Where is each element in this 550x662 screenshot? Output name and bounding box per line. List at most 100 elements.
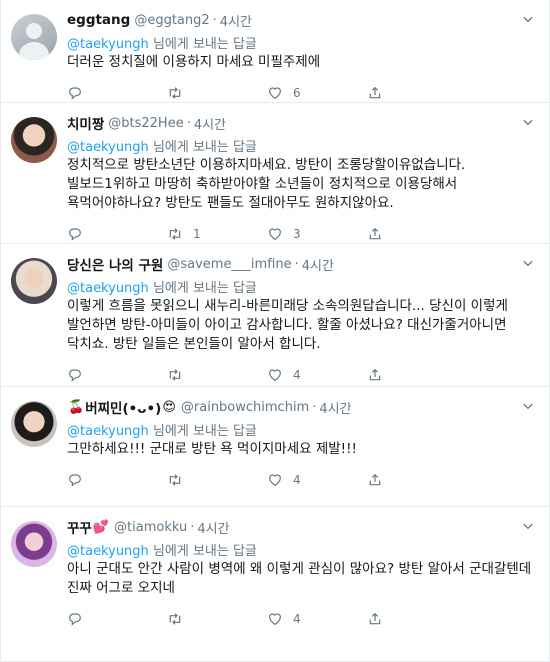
more-options-button[interactable] bbox=[521, 12, 535, 26]
timestamp[interactable]: 4시간 bbox=[220, 11, 252, 30]
like-button[interactable]: 4 bbox=[267, 367, 367, 383]
replying-to-label: 님에게 보내는 답글 bbox=[152, 281, 257, 296]
display-name[interactable]: 꾸꾸 bbox=[67, 517, 92, 537]
cherry-emoji: 🍒 bbox=[68, 399, 85, 415]
heart-icon bbox=[269, 474, 281, 487]
reply-button[interactable] bbox=[67, 367, 167, 383]
like-count: 4 bbox=[293, 473, 301, 487]
like-count: 3 bbox=[293, 227, 301, 241]
replying-to: @taekyungh 님에게 보내는 답글 bbox=[67, 277, 537, 296]
mention-link[interactable]: @taekyungh bbox=[67, 37, 149, 52]
tweet-text: 그만하세요!!! 군대로 방탄 욕 먹이지마세요 제발!!! bbox=[67, 441, 357, 457]
tweet-header: 당신은 나의 구원 @saveme___imfine · 4시간 bbox=[67, 254, 537, 275]
retweet-icon bbox=[169, 369, 181, 381]
tweet-header: 꾸꾸 💕 @tiamokku · 4시간 bbox=[67, 517, 537, 538]
retweet-count: 1 bbox=[193, 227, 201, 241]
reply-button[interactable] bbox=[67, 226, 167, 242]
share-button[interactable] bbox=[367, 226, 467, 242]
reply-icon bbox=[69, 228, 81, 241]
tweet[interactable]: 당신은 나의 구원 @saveme___imfine · 4시간 @taekyu… bbox=[1, 244, 549, 387]
share-icon bbox=[369, 368, 381, 381]
user-handle[interactable]: @rainbowchimchim bbox=[181, 400, 309, 415]
share-button[interactable] bbox=[367, 367, 467, 383]
tweet-actions: 4 bbox=[67, 461, 537, 499]
like-button[interactable]: 3 bbox=[267, 226, 367, 242]
user-handle[interactable]: @bts22Hee bbox=[108, 116, 183, 131]
timestamp[interactable]: 4시간 bbox=[319, 398, 351, 417]
retweet-icon bbox=[169, 613, 181, 625]
like-button[interactable]: 6 bbox=[267, 85, 367, 101]
tweet-text: 아니 군대도 안간 사람이 병역에 왜 이렇게 관심이 많아요? 방탄 알아서 … bbox=[67, 561, 532, 596]
avatar[interactable] bbox=[11, 258, 57, 304]
tweet-header: 🍒 버찌민(•ᴗ•) 😍 @rainbowchimchim · 4시간 bbox=[67, 397, 537, 418]
share-button[interactable] bbox=[367, 85, 467, 101]
display-name[interactable]: eggtang bbox=[67, 12, 130, 28]
tweet-header: eggtang @eggtang2 · 4시간 bbox=[67, 10, 537, 30]
reply-button[interactable] bbox=[67, 472, 167, 488]
chevron-down-icon bbox=[523, 403, 533, 410]
heart-icon bbox=[269, 369, 281, 382]
heart-icon bbox=[269, 613, 281, 626]
replying-to: @taekyungh 님에게 보내는 답글 bbox=[67, 136, 537, 155]
reply-icon bbox=[69, 613, 81, 626]
tweet[interactable]: 꾸꾸 💕 @tiamokku · 4시간 @taekyungh 님에게 보내는 … bbox=[1, 507, 549, 647]
user-handle[interactable]: @saveme___imfine bbox=[167, 257, 291, 272]
reply-button[interactable] bbox=[67, 85, 167, 101]
like-button[interactable]: 4 bbox=[267, 472, 367, 488]
more-options-button[interactable] bbox=[521, 519, 535, 533]
retweet-button[interactable] bbox=[167, 85, 267, 101]
tweet-text: 정치적으로 방탄소년단 이용하지마세요. 방탄이 조롱당할이유없습니다. 빌보드… bbox=[67, 157, 466, 211]
replying-to-label: 님에게 보내는 답글 bbox=[152, 140, 257, 155]
share-button[interactable] bbox=[367, 611, 467, 627]
display-name[interactable]: 치미짱 bbox=[67, 113, 104, 133]
tweet-content: 꾸꾸 💕 @tiamokku · 4시간 @taekyungh 님에게 보내는 … bbox=[67, 517, 537, 647]
more-options-button[interactable] bbox=[521, 115, 535, 129]
timestamp[interactable]: 4시간 bbox=[194, 114, 226, 133]
replying-to-label: 님에게 보내는 답글 bbox=[152, 544, 257, 559]
hearts-emoji: 💕 bbox=[92, 519, 110, 535]
more-options-button[interactable] bbox=[521, 399, 535, 413]
tweet[interactable]: 🍒 버찌민(•ᴗ•) 😍 @rainbowchimchim · 4시간 @tae… bbox=[1, 387, 549, 507]
share-icon bbox=[369, 86, 381, 99]
retweet-button[interactable] bbox=[167, 611, 267, 627]
share-button[interactable] bbox=[367, 472, 467, 488]
retweet-button[interactable] bbox=[167, 367, 267, 383]
timestamp[interactable]: 4시간 bbox=[197, 518, 229, 537]
chevron-down-icon bbox=[523, 119, 533, 126]
tweet[interactable]: 치미짱 @bts22Hee · 4시간 @taekyungh 님에게 보내는 답… bbox=[1, 103, 549, 244]
tweet-content: 치미짱 @bts22Hee · 4시간 @taekyungh 님에게 보내는 답… bbox=[67, 113, 537, 243]
tweet-content: eggtang @eggtang2 · 4시간 @taekyungh 님에게 보… bbox=[67, 10, 537, 102]
heart-icon bbox=[269, 87, 281, 100]
mention-link[interactable]: @taekyungh bbox=[67, 281, 149, 296]
tweet-content: 🍒 버찌민(•ᴗ•) 😍 @rainbowchimchim · 4시간 @tae… bbox=[67, 397, 537, 506]
avatar[interactable] bbox=[11, 117, 57, 163]
display-name[interactable]: 당신은 나의 구원 bbox=[67, 254, 163, 274]
tweet-header: 치미짱 @bts22Hee · 4시간 bbox=[67, 113, 537, 134]
like-count: 6 bbox=[293, 86, 301, 100]
tweet[interactable]: eggtang @eggtang2 · 4시간 @taekyungh 님에게 보… bbox=[1, 0, 549, 103]
retweet-button[interactable]: 1 bbox=[167, 226, 267, 242]
retweet-button[interactable] bbox=[167, 472, 267, 488]
replying-to: @taekyungh 님에게 보내는 답글 bbox=[67, 420, 537, 439]
avatar[interactable] bbox=[11, 401, 57, 447]
mention-link[interactable]: @taekyungh bbox=[67, 424, 149, 439]
user-handle[interactable]: @tiamokku bbox=[114, 520, 187, 535]
share-icon bbox=[369, 473, 381, 486]
avatar[interactable] bbox=[11, 14, 57, 60]
retweet-icon bbox=[169, 87, 181, 99]
more-options-button[interactable] bbox=[521, 256, 535, 270]
avatar[interactable] bbox=[11, 521, 57, 567]
timestamp[interactable]: 4시간 bbox=[302, 255, 334, 274]
separator-dot: · bbox=[312, 399, 317, 415]
display-name[interactable]: 버찌민(•ᴗ•) bbox=[85, 397, 161, 417]
reply-button[interactable] bbox=[67, 611, 167, 627]
reply-icon bbox=[69, 87, 81, 100]
heart-icon bbox=[269, 228, 281, 241]
mention-link[interactable]: @taekyungh bbox=[67, 544, 149, 559]
mention-link[interactable]: @taekyungh bbox=[67, 140, 149, 155]
tweet-actions: 4 bbox=[67, 600, 537, 638]
user-handle[interactable]: @eggtang2 bbox=[134, 13, 209, 28]
like-button[interactable]: 4 bbox=[267, 611, 367, 627]
chevron-down-icon bbox=[523, 16, 533, 23]
heart-eyes-emoji: 😍 bbox=[162, 399, 176, 415]
